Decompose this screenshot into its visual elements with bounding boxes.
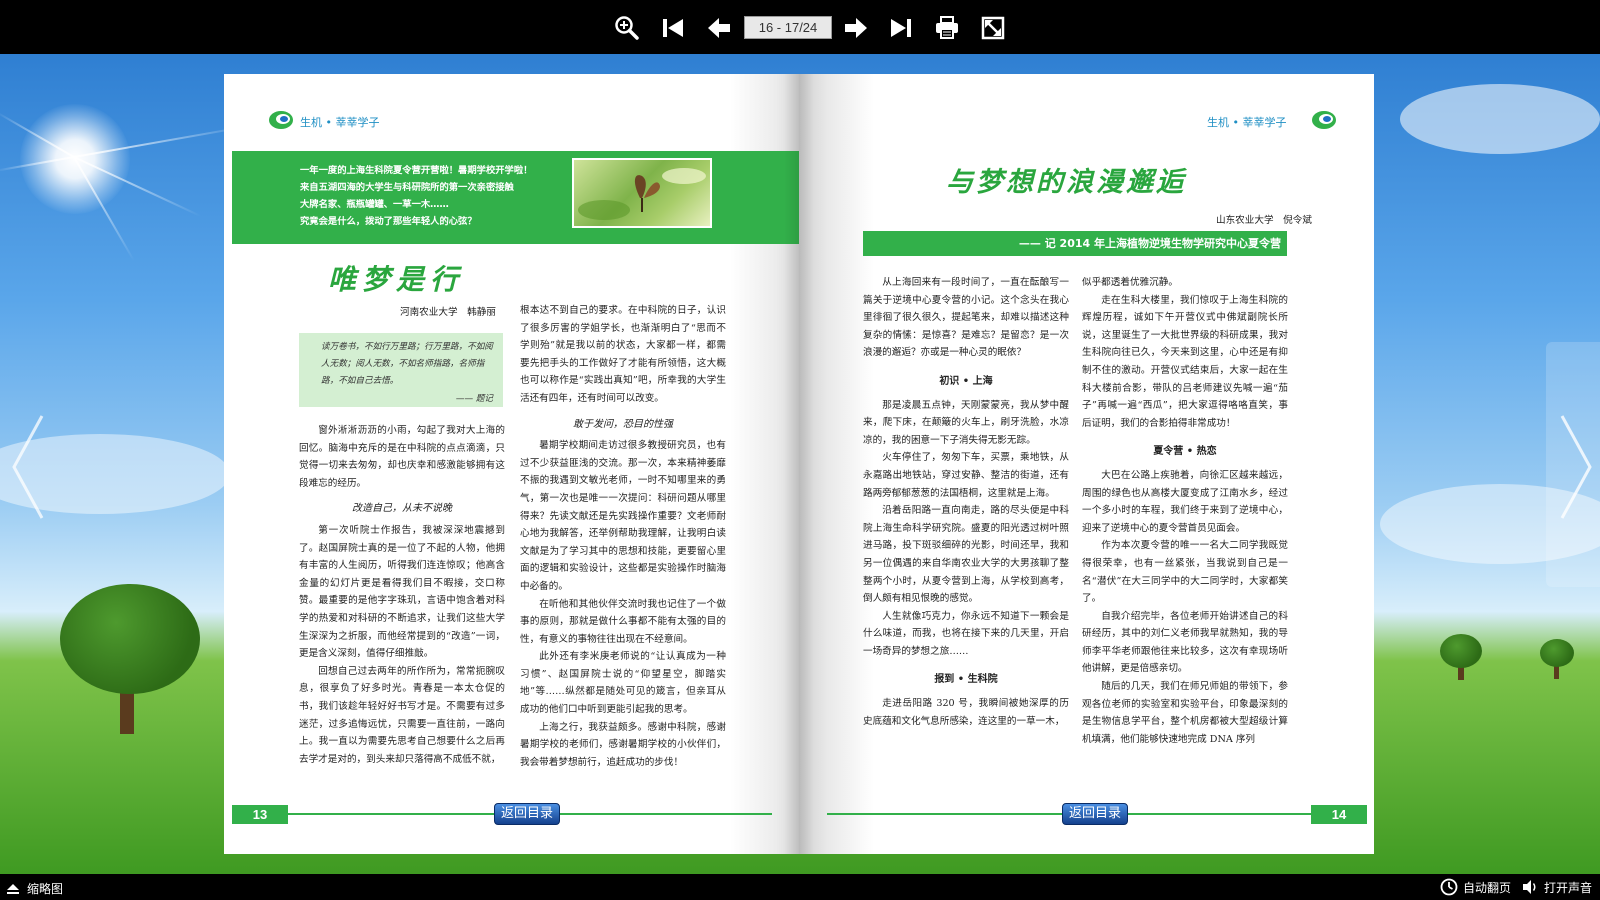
back-to-contents-button[interactable]: 返回目录 (494, 803, 560, 825)
next-page-icon[interactable] (841, 13, 871, 43)
article-column-2: 似乎都透着优雅沉静。 走在生科大楼里，我们惊叹于上海生科院的辉煌历程，诚如下午开… (1082, 277, 1288, 745)
intro-banner: 一年一度的上海生科院夏令营开营啦！暑期学校开学啦！ 来自五湖四海的大学生与科研院… (232, 151, 799, 243)
page-header: 生机 • 莘莘学子 (1207, 116, 1287, 129)
article-author: 山东农业大学 倪令斌 (1216, 215, 1312, 226)
epigraph-source: —— 题记 (455, 394, 493, 404)
prev-page-arrow[interactable] (8, 412, 48, 522)
section-heading: 夏令营 • 热恋 (1153, 446, 1217, 458)
flipbook-spread: 生机 • 莘莘学子 一年一度的上海生科院夏令营开营啦！暑期学校开学啦！ 来自五湖… (224, 74, 1374, 854)
top-toolbar: 16 - 17/24 (0, 0, 1600, 54)
divider (232, 240, 799, 244)
fullscreen-icon[interactable] (978, 13, 1008, 43)
butterfly-photo (572, 158, 712, 228)
cloud (1400, 84, 1600, 154)
print-icon[interactable] (932, 13, 962, 43)
next-page-arrow[interactable] (1556, 412, 1596, 522)
article-title: 唯梦是行 (328, 263, 465, 296)
section-heading: 改造自己，从未不说晚 (352, 503, 452, 515)
intro-text: 一年一度的上海生科院夏令营开营啦！暑期学校开学啦！ 来自五湖四海的大学生与科研院… (300, 165, 533, 227)
zoom-in-icon[interactable] (612, 13, 642, 43)
epigraph-box: 读万卷书，不如行万里路；行万里路，不如阅人无数；阅人无数，不如名师指路，名师指路… (299, 333, 503, 407)
book-spine-shadow (784, 74, 814, 854)
left-page[interactable]: 生机 • 莘莘学子 一年一度的上海生科院夏令营开营啦！暑期学校开学啦！ 来自五湖… (224, 74, 799, 854)
sound-toggle-button[interactable]: 打开声音 (1521, 878, 1592, 896)
bottom-toolbar: 缩略图 自动翻页 打开声音 (0, 874, 1600, 900)
speaker-icon (1523, 880, 1536, 894)
thumbnails-icon (7, 883, 19, 894)
thumbnails-button[interactable]: 缩略图 (6, 880, 63, 897)
page-number: 14 (1311, 805, 1367, 824)
section-heading: 敢于发问，恐目的性强 (573, 418, 673, 430)
section-heading: 初识 • 上海 (939, 375, 993, 387)
back-to-contents-button[interactable]: 返回目录 (1062, 803, 1128, 825)
next-page-panel[interactable] (1546, 342, 1600, 587)
page-header: 生机 • 莘莘学子 (300, 116, 380, 129)
article-author: 河南农业大学 韩静丽 (400, 307, 496, 318)
right-page[interactable]: 生机 • 莘莘学子 与梦想的浪漫邂逅 山东农业大学 倪令斌 —— 记 2014 … (799, 74, 1374, 854)
prev-page-icon[interactable] (704, 13, 734, 43)
clock-icon (1440, 878, 1458, 896)
article-subtitle: —— 记 2014 年上海植物逆境生物学研究中心夏令营 (863, 231, 1287, 256)
magazine-logo-icon (1312, 111, 1336, 129)
page-indicator[interactable]: 16 - 17/24 (744, 16, 832, 39)
article-column-2: 根本达不到自己的要求。在中科院的日子，认识了很多厉害的学姐学长，也渐渐明白了“思… (520, 305, 726, 768)
magazine-logo-icon (269, 111, 293, 129)
epigraph-text: 读万卷书，不如行万里路；行万里路，不如阅人无数；阅人无数，不如名师指路，名师指路… (321, 342, 493, 386)
article-column-1: 窗外淅淅沥沥的小雨，勾起了我对大上海的回忆。脑海中充斥的是在中科院的点点滴滴，只… (299, 425, 505, 765)
last-page-icon[interactable] (886, 13, 916, 43)
article-title: 与梦想的浪漫邂逅 (946, 167, 1186, 198)
article-column-1: 从上海回来有一段时间了，一直在酝酿写一篇关于逆境中心夏令营的小记。这个念头在我心… (863, 277, 1069, 727)
auto-flip-button[interactable]: 自动翻页 (1440, 878, 1511, 896)
section-heading: 报到 • 生科院 (934, 674, 998, 686)
page-number: 13 (232, 805, 288, 824)
first-page-icon[interactable] (658, 13, 688, 43)
